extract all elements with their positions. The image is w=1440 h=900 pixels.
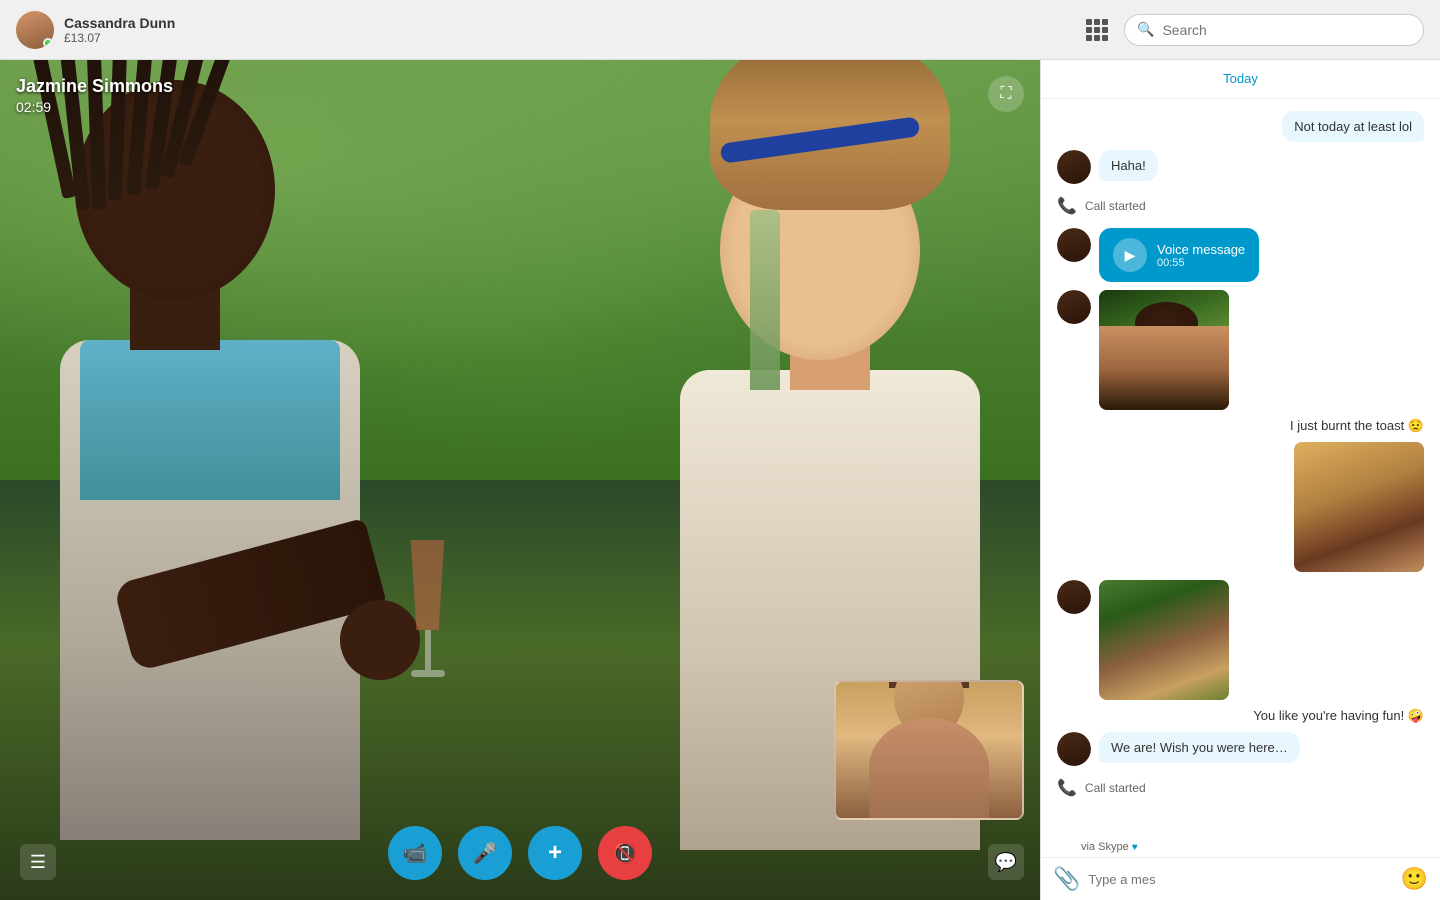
camera-icon: 📹: [403, 841, 428, 866]
via-skype-text: via Skype: [1081, 841, 1129, 853]
sidebar-toggle-button[interactable]: ☰: [20, 844, 56, 880]
add-icon: +: [548, 839, 562, 867]
voice-message: ▶ Voice message 00:55: [1099, 228, 1259, 282]
message-2: Haha!: [1099, 150, 1158, 181]
end-call-icon: 📵: [613, 841, 638, 866]
add-participant-button[interactable]: +: [528, 826, 582, 880]
video-area: Jazmine Simmons 02:59 ⛶ 📹 🎤 + 📵: [0, 60, 1040, 900]
user-credit: £13.07: [64, 31, 175, 45]
message-toast: I just burnt the toast 😟: [1290, 418, 1424, 434]
image-3-avatar: [1057, 580, 1091, 614]
emoji-button[interactable]: 🙂: [1401, 866, 1428, 892]
message-9-row: We are! Wish you were here…: [1057, 732, 1424, 766]
message-9-avatar: [1057, 732, 1091, 766]
voice-message-avatar: [1057, 228, 1091, 262]
search-icon: 🔍: [1137, 21, 1154, 38]
message-9-text: We are! Wish you were here…: [1111, 740, 1288, 755]
system-message-1: 📞 Call started: [1057, 196, 1424, 216]
avatar: [16, 11, 54, 49]
end-call-button[interactable]: 📵: [598, 826, 652, 880]
user-text: Cassandra Dunn £13.07: [64, 15, 175, 45]
voice-info: Voice message 00:55: [1157, 242, 1245, 269]
image-1-avatar: [1057, 290, 1091, 324]
user-name: Cassandra Dunn: [64, 15, 175, 31]
user-info: Cassandra Dunn £13.07: [16, 11, 175, 49]
mic-toggle-button[interactable]: 🎤: [458, 826, 512, 880]
image-thumbnail-3[interactable]: [1099, 580, 1229, 700]
mic-icon: 🎤: [473, 841, 498, 866]
message-9: We are! Wish you were here…: [1099, 732, 1300, 763]
image-message-1-row: [1057, 290, 1424, 410]
image-message-3-row: [1057, 580, 1424, 700]
phone-icon-2: 📞: [1057, 778, 1077, 798]
call-contact-name: Jazmine Simmons: [16, 76, 173, 97]
online-indicator: [43, 38, 53, 48]
apps-button[interactable]: [1082, 15, 1112, 45]
image-thumbnail-2[interactable]: [1294, 442, 1424, 572]
system-message-1-text: Call started: [1085, 199, 1146, 213]
avatar-dark-2: [1057, 228, 1091, 262]
avatar-dark-5: [1057, 732, 1091, 766]
call-controls: 📹 🎤 + 📵: [388, 826, 652, 880]
image-message-2-row: [1294, 442, 1424, 572]
message-input[interactable]: [1088, 872, 1392, 887]
attach-button[interactable]: 📎: [1053, 866, 1080, 892]
person1-silhouette: [0, 80, 520, 840]
chat-icon: 💬: [995, 852, 1017, 873]
voice-message-row: ▶ Voice message 00:55: [1057, 228, 1424, 282]
message-1-text: Not today at least lol: [1294, 119, 1412, 134]
main-content: Jazmine Simmons 02:59 ⛶ 📹 🎤 + 📵: [0, 60, 1440, 900]
self-view-thumbnail: [834, 680, 1024, 820]
message-1: Not today at least lol: [1282, 111, 1424, 142]
voice-label: Voice message: [1157, 242, 1245, 257]
grid-icon: [1086, 19, 1108, 41]
avatar-dark-1: [1057, 150, 1091, 184]
call-info: Jazmine Simmons 02:59: [16, 76, 173, 115]
search-bar[interactable]: 🔍: [1124, 14, 1424, 46]
message-2-text: Haha!: [1111, 158, 1146, 173]
avatar-dark-3: [1057, 290, 1091, 324]
video-toggle-button[interactable]: 📹: [388, 826, 442, 880]
chat-date-label: Today: [1223, 71, 1258, 86]
chat-footer: 📎 🙂: [1041, 857, 1440, 900]
chat-footer-wrapper: via Skype ♥ 📎 🙂: [1041, 841, 1440, 900]
p1-collar: [80, 340, 340, 500]
message-2-avatar: [1057, 150, 1091, 184]
self-view-body: [869, 718, 989, 818]
system-message-2-text: Call started: [1085, 781, 1146, 795]
message-fun: You like you're having fun! 🤪: [1253, 708, 1424, 724]
phone-icon-1: 📞: [1057, 196, 1077, 216]
chat-icon-button[interactable]: 💬: [988, 844, 1024, 880]
message-fun-text: You like you're having fun! 🤪: [1253, 708, 1424, 723]
image-thumbnail-1[interactable]: [1099, 290, 1229, 410]
heart-icon: ♥: [1132, 842, 1138, 853]
voice-duration: 00:55: [1157, 257, 1245, 269]
message-toast-text: I just burnt the toast 😟: [1290, 418, 1424, 433]
message-2-row: Haha!: [1057, 150, 1424, 184]
chat-messages[interactable]: Not today at least lol Haha! 📞 Call star…: [1041, 99, 1440, 841]
search-input[interactable]: [1162, 22, 1411, 38]
call-timer: 02:59: [16, 99, 173, 115]
avatar-dark-4: [1057, 580, 1091, 614]
chat-panel: Today Not today at least lol Haha! 📞 Cal…: [1040, 60, 1440, 900]
champagne-glass: [400, 540, 455, 700]
system-message-2: 📞 Call started: [1057, 778, 1424, 798]
chat-header: Today: [1041, 60, 1440, 99]
menu-icon: ☰: [30, 852, 46, 873]
topbar: Cassandra Dunn £13.07 🔍: [0, 0, 1440, 60]
expand-button[interactable]: ⛶: [988, 76, 1024, 112]
play-voice-button[interactable]: ▶: [1113, 238, 1147, 272]
via-skype-label: via Skype ♥: [1081, 841, 1440, 857]
